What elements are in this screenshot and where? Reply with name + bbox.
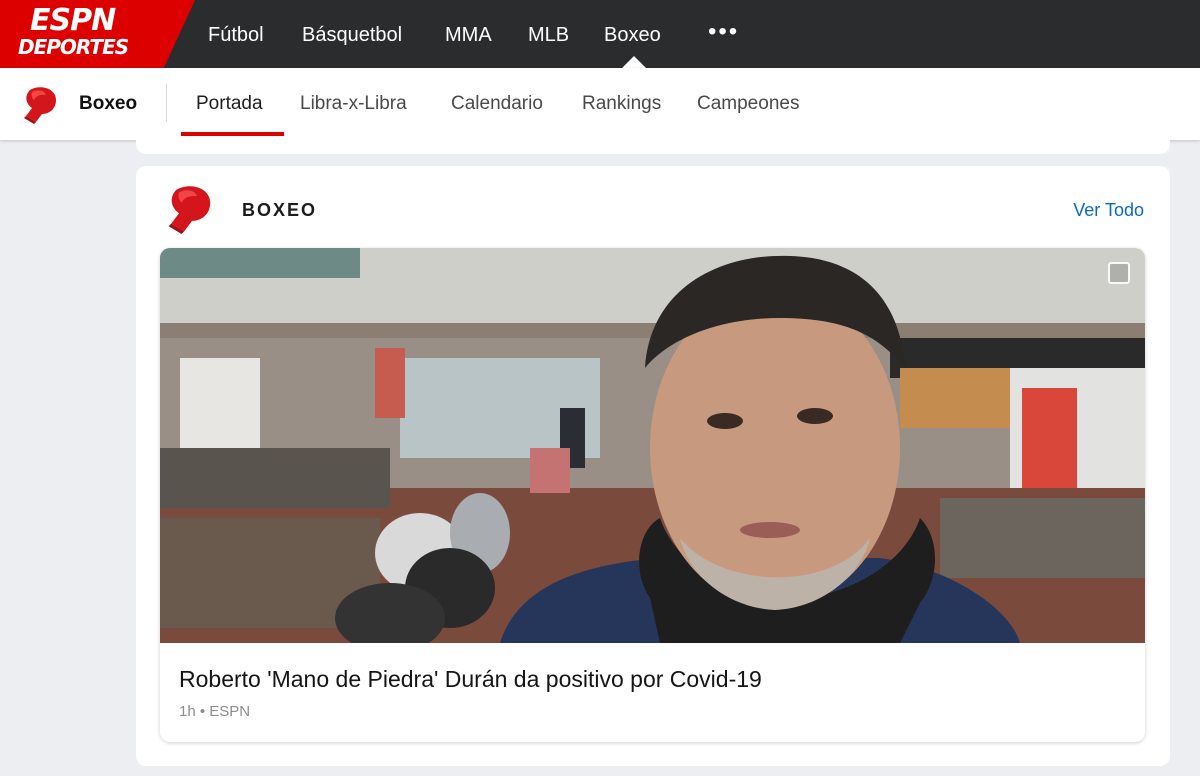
nav-item-futbol[interactable]: Fútbol	[208, 22, 264, 48]
story-source: ESPN	[209, 703, 251, 720]
logo-deportes-text: DEPORTES	[18, 35, 129, 59]
previous-card-edge	[136, 136, 1170, 154]
card-section-title: BOXEO	[242, 200, 318, 220]
boxeo-news-card: BOXEO Ver Todo Roberto 'Mano de Piedra' …	[136, 166, 1170, 766]
nav-item-mma[interactable]: MMA	[445, 22, 492, 48]
tab-campeones[interactable]: Campeones	[697, 93, 799, 115]
section-title[interactable]: Boxeo	[79, 93, 137, 115]
active-nav-caret	[622, 56, 646, 68]
story-time: 1h	[179, 703, 196, 720]
tab-portada[interactable]: Portada	[196, 93, 263, 115]
tab-calendario[interactable]: Calendario	[451, 93, 543, 115]
meta-separator: •	[199, 703, 206, 720]
nav-item-mlb[interactable]: MLB	[528, 22, 569, 48]
top-navigation-bar: ESPN DEPORTES Fútbol Básquetbol MMA MLB …	[0, 0, 1200, 68]
tab-rankings[interactable]: Rankings	[582, 93, 661, 115]
boxing-glove-icon	[22, 84, 62, 129]
story-photo	[160, 248, 1145, 643]
nav-item-boxeo[interactable]: Boxeo	[604, 22, 661, 48]
see-all-link[interactable]: Ver Todo	[1073, 200, 1144, 221]
sub-nav-divider	[166, 84, 167, 122]
boxing-glove-icon	[166, 182, 218, 239]
section-sub-navigation: Boxeo Portada Libra-x-Libra Calendario R…	[0, 68, 1200, 140]
more-menu-icon[interactable]: •••	[708, 18, 739, 46]
image-gallery-icon[interactable]	[1108, 262, 1130, 284]
nav-item-basquetbol[interactable]: Básquetbol	[302, 22, 402, 48]
espn-deportes-logo[interactable]: ESPN DEPORTES	[0, 0, 195, 68]
story-card[interactable]: Roberto 'Mano de Piedra' Durán da positi…	[160, 248, 1145, 742]
story-meta: 1h • ESPN	[179, 703, 250, 720]
story-headline[interactable]: Roberto 'Mano de Piedra' Durán da positi…	[179, 664, 762, 694]
tab-libra-x-libra[interactable]: Libra-x-Libra	[300, 93, 407, 115]
logo-espn-text: ESPN	[30, 3, 116, 38]
